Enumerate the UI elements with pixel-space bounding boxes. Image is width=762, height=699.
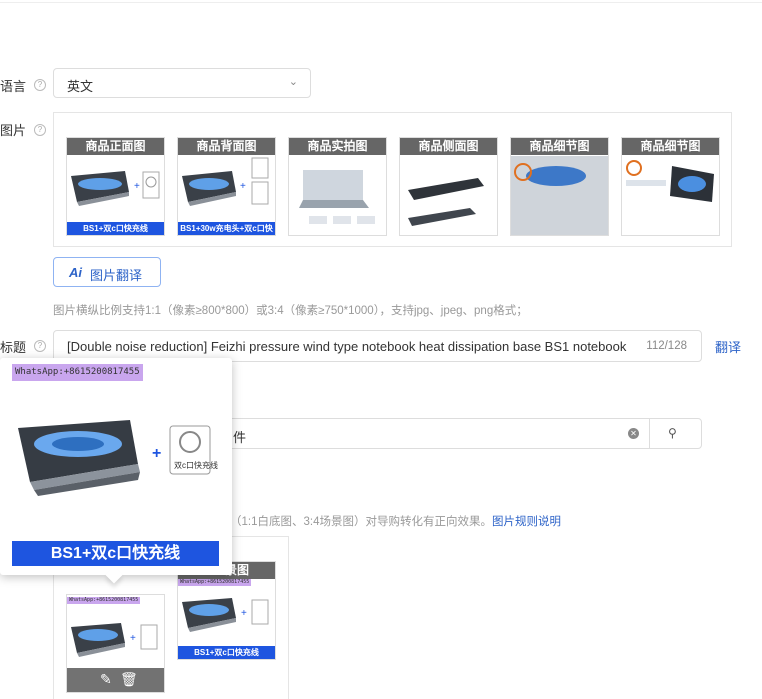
thumbnail-actions-bar: ✎ 🗑 bbox=[67, 668, 164, 692]
thumbnail-caption: 商品背面图 bbox=[178, 138, 275, 155]
help-icon[interactable]: ? bbox=[34, 79, 46, 91]
search-icon[interactable]: ⚲ bbox=[668, 426, 677, 440]
edit-icon[interactable]: ✎ bbox=[100, 671, 112, 688]
laptop-stand-illustration: + bbox=[182, 157, 269, 206]
language-label: 语言 bbox=[0, 79, 27, 94]
image-thumbnail[interactable]: 商品侧面图 bbox=[399, 137, 498, 236]
main-image-note-text: （1:1白底图、3:4场景图）对导购转化有正向效果。 bbox=[230, 516, 492, 528]
image-gallery: 商品正面图 + BS1+双c口快充线 商品背面图 + BS1+30w充电头+双c… bbox=[53, 112, 732, 247]
image-thumbnail[interactable]: 商品正面图 + BS1+双c口快充线 bbox=[66, 137, 165, 236]
image-format-hint: 图片横纵比例支持1:1（像素≥800*800）或3:4（像素≥750*1000）… bbox=[53, 305, 528, 317]
thumbnail-caption: 商品侧面图 bbox=[400, 138, 497, 155]
image-thumbnail[interactable]: 商品背面图 + BS1+30w充电头+双c口快充线 bbox=[177, 137, 276, 236]
image-thumbnail[interactable]: 商品细节图 bbox=[510, 137, 609, 236]
preview-footer: BS1+双c口快充线 bbox=[12, 541, 219, 566]
watermark-label: WhatsApp:+8615200817455 bbox=[178, 579, 252, 586]
svg-text:+: + bbox=[152, 445, 161, 462]
image-translate-label: 图片翻译 bbox=[90, 268, 143, 283]
help-icon[interactable]: ? bbox=[34, 124, 46, 136]
title-char-counter: 112/128 bbox=[646, 340, 687, 352]
thumbnail-footer: BS1+双c口快充线 bbox=[67, 222, 164, 235]
product-detail-illustration bbox=[626, 160, 714, 202]
watermark-label: WhatsApp:+8615200817455 bbox=[12, 364, 143, 381]
laptop-stand-illustration: + bbox=[182, 598, 269, 632]
image-preview-popover: WhatsApp:+8615200817455 + 双c口快充线 BS1+双c口… bbox=[0, 358, 232, 584]
image-translate-button[interactable]: Ai 图片翻译 bbox=[53, 257, 161, 287]
product-photo-illustration bbox=[299, 170, 375, 224]
main-image-note: （1:1白底图、3:4场景图）对导购转化有正向效果。图片规则说明 bbox=[230, 513, 561, 529]
category-value: 件 bbox=[233, 430, 247, 445]
thumbnail-caption: 商品细节图 bbox=[622, 138, 719, 155]
cable-label: 双c口快充线 bbox=[174, 460, 218, 470]
product-detail-illustration bbox=[511, 156, 608, 235]
laptop-stand-illustration: + bbox=[71, 623, 158, 657]
help-icon[interactable]: ? bbox=[34, 340, 46, 352]
laptop-stand-illustration: + 双c口快充线 bbox=[18, 420, 218, 496]
ai-icon: Ai bbox=[69, 265, 82, 280]
title-value: [Double noise reduction] Feizhi pressure… bbox=[67, 339, 627, 354]
svg-text:+: + bbox=[241, 608, 247, 619]
chevron-down-icon: ⌄ bbox=[288, 76, 298, 88]
images-label: 图片 bbox=[0, 123, 27, 138]
clear-icon[interactable]: ✕ bbox=[628, 428, 639, 439]
thumbnail-caption: 商品实拍图 bbox=[289, 138, 386, 155]
main-image-thumbnail-hovered[interactable]: WhatsApp:+8615200817455 + ✎ 🗑 bbox=[66, 594, 165, 693]
svg-text:+: + bbox=[134, 181, 140, 192]
search-divider bbox=[649, 419, 650, 448]
image-rules-link[interactable]: 图片规则说明 bbox=[492, 516, 561, 528]
thumbnail-caption: 商品正面图 bbox=[67, 138, 164, 155]
thumbnail-caption: 商品细节图 bbox=[511, 138, 608, 155]
laptop-stand-illustration: + bbox=[71, 171, 160, 206]
svg-text:+: + bbox=[130, 633, 136, 644]
watermark-label: WhatsApp:+8615200817455 bbox=[67, 597, 141, 604]
language-value: 英文 bbox=[67, 79, 94, 94]
category-search-input[interactable]: 件 ✕ ⚲ bbox=[190, 418, 702, 449]
top-divider bbox=[0, 2, 762, 3]
delete-icon[interactable]: 🗑 bbox=[120, 671, 138, 688]
thumbnail-footer: BS1+30w充电头+双c口快充线 bbox=[178, 222, 275, 235]
svg-text:+: + bbox=[240, 181, 246, 192]
thumbnail-footer: BS1+双c口快充线 bbox=[178, 646, 275, 659]
title-translate-link[interactable]: 翻译 bbox=[715, 337, 741, 356]
main-image-thumbnail[interactable]: 景图 WhatsApp:+8615200817455 + BS1+双c口快充线 bbox=[177, 561, 276, 660]
title-label: 标题 bbox=[0, 340, 27, 355]
product-side-illustration bbox=[408, 178, 484, 226]
image-thumbnail[interactable]: 商品细节图 bbox=[621, 137, 720, 236]
language-select[interactable]: 英文 ⌄ bbox=[53, 68, 311, 98]
image-thumbnail[interactable]: 商品实拍图 bbox=[288, 137, 387, 236]
